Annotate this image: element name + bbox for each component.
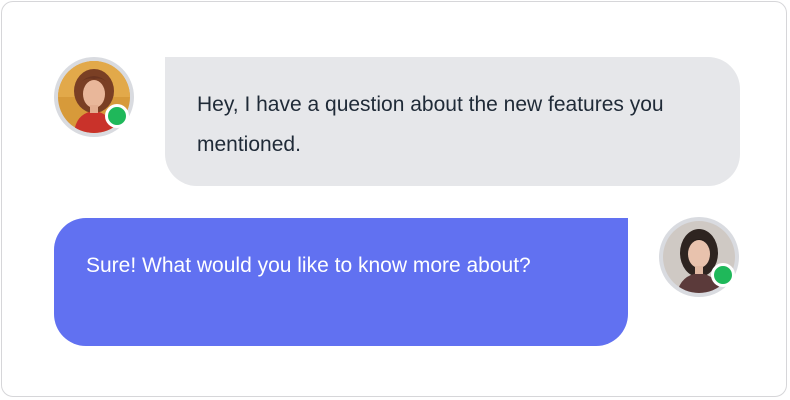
message-bubble-outgoing[interactable]: Sure! What would you like to know more a… [54, 218, 628, 346]
online-status-icon [711, 263, 735, 287]
online-status-icon [105, 104, 129, 128]
chat-card: Hey, I have a question about the new fea… [1, 1, 787, 397]
message-text: Sure! What would you like to know more a… [86, 254, 531, 277]
message-bubble-incoming[interactable]: Hey, I have a question about the new fea… [165, 57, 740, 186]
message-text: Hey, I have a question about the new fea… [197, 93, 664, 156]
contact-avatar[interactable] [54, 57, 134, 137]
self-avatar[interactable] [659, 217, 739, 297]
